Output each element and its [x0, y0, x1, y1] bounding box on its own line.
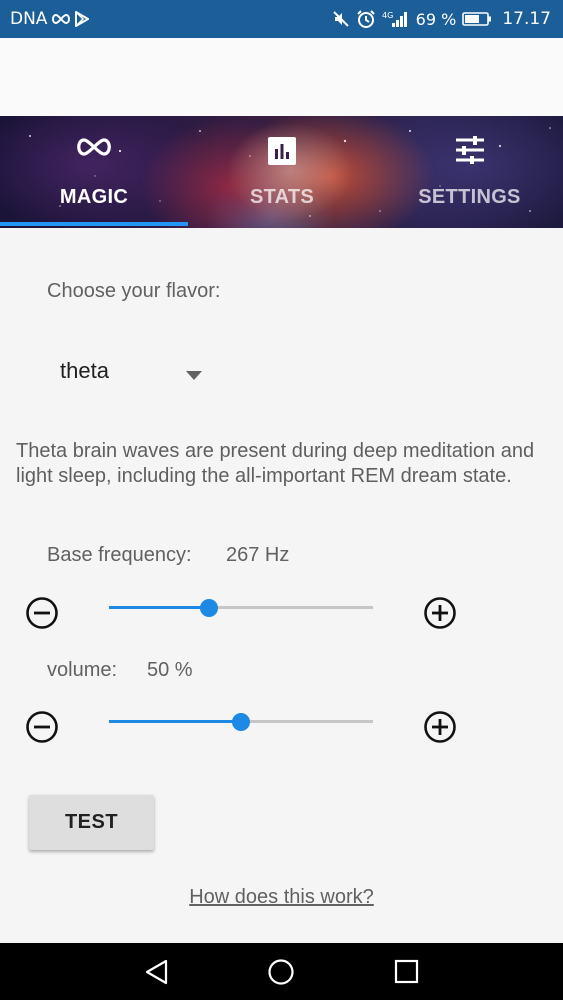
tab-magic-label: MAGIC — [59, 186, 129, 208]
slider-thumb[interactable] — [232, 713, 250, 731]
recents-button[interactable] — [392, 957, 422, 987]
back-icon — [145, 959, 168, 985]
signal-icon: 4G — [382, 10, 408, 28]
flavor-selected-value: theta — [60, 358, 109, 383]
infinity-icon — [51, 13, 71, 25]
recents-icon — [394, 959, 419, 984]
base-frequency-label: Base frequency: — [47, 544, 192, 566]
home-button[interactable] — [266, 957, 296, 987]
clock: 17.17 — [502, 9, 551, 29]
slider-fill — [109, 606, 209, 609]
home-icon — [268, 959, 294, 985]
frequency-decrease-button[interactable] — [25, 596, 59, 630]
minus-circle-icon — [26, 711, 58, 743]
plus-circle-icon — [424, 597, 456, 629]
volume-decrease-button[interactable] — [25, 710, 59, 744]
status-bar-left: DNA — [10, 9, 90, 29]
alarm-icon — [356, 9, 376, 29]
play-store-icon — [75, 11, 90, 27]
mute-icon — [332, 10, 350, 28]
tab-stats-label: STATS — [249, 186, 315, 208]
sliders-icon — [455, 136, 485, 169]
tab-indicator — [0, 222, 188, 226]
how-does-this-work-link[interactable]: How does this work? — [0, 886, 563, 909]
carrier-label: DNA — [10, 9, 48, 29]
plus-circle-icon — [424, 711, 456, 743]
bar-chart-icon — [267, 136, 297, 171]
tab-strip: MAGIC STATS SETTINGS — [0, 116, 563, 228]
status-bar: DNA 4G 69 % 17.17 — [0, 0, 563, 38]
tab-settings[interactable]: SETTINGS — [376, 116, 563, 228]
flavor-prompt: Choose your flavor: — [47, 280, 221, 302]
navigation-bar — [0, 943, 563, 1000]
base-frequency-value: 267 Hz — [226, 544, 290, 566]
frequency-increase-button[interactable] — [423, 596, 457, 630]
back-button[interactable] — [142, 957, 172, 987]
frequency-slider[interactable] — [109, 596, 373, 620]
infinity-icon — [74, 136, 114, 163]
slider-fill — [109, 720, 241, 723]
status-bar-right: 4G 69 % 17.17 — [332, 9, 551, 29]
slider-thumb[interactable] — [200, 599, 218, 617]
minus-circle-icon — [26, 597, 58, 629]
action-bar — [0, 38, 563, 116]
tab-stats[interactable]: STATS — [188, 116, 376, 228]
battery-icon — [462, 11, 492, 27]
flavor-description: Theta brain waves are present during dee… — [16, 440, 535, 487]
tab-settings-label: SETTINGS — [418, 186, 521, 208]
flavor-dropdown[interactable]: theta — [48, 350, 218, 394]
test-button[interactable]: TEST — [29, 795, 154, 850]
volume-increase-button[interactable] — [423, 710, 457, 744]
network-type-label: 4G — [382, 11, 393, 20]
battery-percent: 69 % — [415, 9, 457, 29]
volume-label: volume: — [47, 659, 118, 681]
tab-magic[interactable]: MAGIC — [0, 116, 188, 228]
volume-value: 50 % — [147, 659, 193, 681]
dropdown-arrow-icon — [186, 367, 202, 385]
volume-slider[interactable] — [109, 710, 373, 734]
